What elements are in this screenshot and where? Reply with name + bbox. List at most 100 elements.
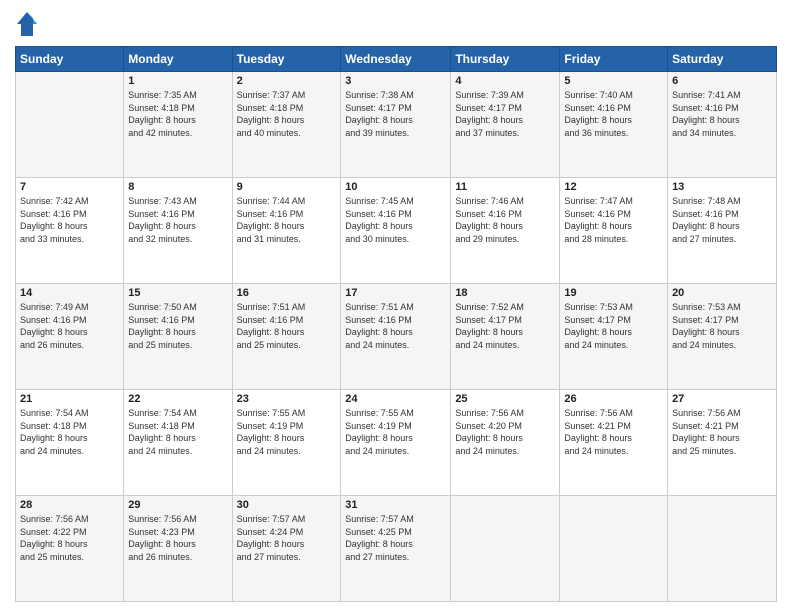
day-cell (451, 496, 560, 602)
day-number: 19 (564, 287, 663, 299)
day-number: 9 (237, 181, 337, 193)
week-row-3: 14Sunrise: 7:49 AM Sunset: 4:16 PM Dayli… (16, 284, 777, 390)
weekday-header-saturday: Saturday (668, 47, 777, 72)
day-cell: 6 Sunrise: 7:41 AM Sunset: 4:16 PM Daylig… (668, 72, 777, 178)
day-cell: 7 Sunrise: 7:42 AM Sunset: 4:16 PM Daylig… (16, 178, 124, 284)
day-info: Sunrise: 7:42 AM Sunset: 4:16 PM Dayligh… (20, 195, 119, 245)
day-number: 8 (128, 181, 227, 193)
day-cell: 17 Sunrise: 7:51 AM Sunset: 4:16 PM Dayli… (341, 284, 451, 390)
day-info: Sunrise: 7:56 AM Sunset: 4:21 PM Dayligh… (672, 407, 772, 457)
day-number: 20 (672, 287, 772, 299)
day-number: 3 (345, 75, 446, 87)
day-cell: 13 Sunrise: 7:48 AM Sunset: 4:16 PM Dayli… (668, 178, 777, 284)
day-info: Sunrise: 7:54 AM Sunset: 4:18 PM Dayligh… (128, 407, 227, 457)
day-number: 28 (20, 499, 119, 511)
day-number: 30 (237, 499, 337, 511)
day-info: Sunrise: 7:44 AM Sunset: 4:16 PM Dayligh… (237, 195, 337, 245)
day-cell: 27 Sunrise: 7:56 AM Sunset: 4:21 PM Dayli… (668, 390, 777, 496)
day-number: 4 (455, 75, 555, 87)
calendar-page: SundayMondayTuesdayWednesdayThursdayFrid… (0, 0, 792, 612)
day-number: 1 (128, 75, 227, 87)
day-info: Sunrise: 7:47 AM Sunset: 4:16 PM Dayligh… (564, 195, 663, 245)
day-number: 13 (672, 181, 772, 193)
day-number: 10 (345, 181, 446, 193)
day-cell: 2 Sunrise: 7:37 AM Sunset: 4:18 PM Daylig… (232, 72, 341, 178)
weekday-header-row: SundayMondayTuesdayWednesdayThursdayFrid… (16, 47, 777, 72)
day-number: 26 (564, 393, 663, 405)
day-cell: 10 Sunrise: 7:45 AM Sunset: 4:16 PM Dayli… (341, 178, 451, 284)
weekday-header-monday: Monday (124, 47, 232, 72)
weekday-header-tuesday: Tuesday (232, 47, 341, 72)
day-number: 27 (672, 393, 772, 405)
day-info: Sunrise: 7:37 AM Sunset: 4:18 PM Dayligh… (237, 89, 337, 139)
day-info: Sunrise: 7:55 AM Sunset: 4:19 PM Dayligh… (237, 407, 337, 457)
week-row-1: 1 Sunrise: 7:35 AM Sunset: 4:18 PM Daylig… (16, 72, 777, 178)
day-cell: 21Sunrise: 7:54 AM Sunset: 4:18 PM Dayli… (16, 390, 124, 496)
day-number: 18 (455, 287, 555, 299)
day-info: Sunrise: 7:50 AM Sunset: 4:16 PM Dayligh… (128, 301, 227, 351)
day-cell: 3 Sunrise: 7:38 AM Sunset: 4:17 PM Daylig… (341, 72, 451, 178)
day-info: Sunrise: 7:38 AM Sunset: 4:17 PM Dayligh… (345, 89, 446, 139)
day-info: Sunrise: 7:46 AM Sunset: 4:16 PM Dayligh… (455, 195, 555, 245)
day-cell: 28 Sunrise: 7:56 AM Sunset: 4:22 PM Dayli… (16, 496, 124, 602)
day-cell: 24 Sunrise: 7:55 AM Sunset: 4:19 PM Dayli… (341, 390, 451, 496)
day-number: 17 (345, 287, 446, 299)
day-cell: 26 Sunrise: 7:56 AM Sunset: 4:21 PM Dayli… (560, 390, 668, 496)
day-cell: 29 Sunrise: 7:56 AM Sunset: 4:23 PM Dayli… (124, 496, 232, 602)
day-cell: 11 Sunrise: 7:46 AM Sunset: 4:16 PM Dayli… (451, 178, 560, 284)
day-info: Sunrise: 7:48 AM Sunset: 4:16 PM Dayligh… (672, 195, 772, 245)
day-number: 25 (455, 393, 555, 405)
day-number: 7 (20, 181, 119, 193)
day-number: 6 (672, 75, 772, 87)
day-info: Sunrise: 7:51 AM Sunset: 4:16 PM Dayligh… (345, 301, 446, 351)
day-info: Sunrise: 7:54 AM Sunset: 4:18 PM Dayligh… (20, 407, 119, 457)
day-cell: 23 Sunrise: 7:55 AM Sunset: 4:19 PM Dayli… (232, 390, 341, 496)
day-cell: 16Sunrise: 7:51 AM Sunset: 4:16 PM Dayli… (232, 284, 341, 390)
day-cell: 19 Sunrise: 7:53 AM Sunset: 4:17 PM Dayli… (560, 284, 668, 390)
day-cell: 31 Sunrise: 7:57 AM Sunset: 4:25 PM Dayli… (341, 496, 451, 602)
day-cell: 20 Sunrise: 7:53 AM Sunset: 4:17 PM Dayli… (668, 284, 777, 390)
day-info: Sunrise: 7:39 AM Sunset: 4:17 PM Dayligh… (455, 89, 555, 139)
day-cell: 25Sunrise: 7:56 AM Sunset: 4:20 PM Dayli… (451, 390, 560, 496)
day-info: Sunrise: 7:51 AM Sunset: 4:16 PM Dayligh… (237, 301, 337, 351)
day-cell: 22 Sunrise: 7:54 AM Sunset: 4:18 PM Dayli… (124, 390, 232, 496)
header (15, 10, 777, 38)
day-info: Sunrise: 7:41 AM Sunset: 4:16 PM Dayligh… (672, 89, 772, 139)
day-info: Sunrise: 7:57 AM Sunset: 4:24 PM Dayligh… (237, 513, 337, 563)
day-cell: 4 Sunrise: 7:39 AM Sunset: 4:17 PM Daylig… (451, 72, 560, 178)
day-info: Sunrise: 7:55 AM Sunset: 4:19 PM Dayligh… (345, 407, 446, 457)
day-info: Sunrise: 7:56 AM Sunset: 4:21 PM Dayligh… (564, 407, 663, 457)
day-number: 22 (128, 393, 227, 405)
day-number: 2 (237, 75, 337, 87)
day-info: Sunrise: 7:53 AM Sunset: 4:17 PM Dayligh… (672, 301, 772, 351)
day-cell: 12Sunrise: 7:47 AM Sunset: 4:16 PM Dayli… (560, 178, 668, 284)
day-info: Sunrise: 7:45 AM Sunset: 4:16 PM Dayligh… (345, 195, 446, 245)
day-cell: 18 Sunrise: 7:52 AM Sunset: 4:17 PM Dayli… (451, 284, 560, 390)
day-number: 5 (564, 75, 663, 87)
day-cell: 5 Sunrise: 7:40 AM Sunset: 4:16 PM Daylig… (560, 72, 668, 178)
week-row-4: 21Sunrise: 7:54 AM Sunset: 4:18 PM Dayli… (16, 390, 777, 496)
day-info: Sunrise: 7:52 AM Sunset: 4:17 PM Dayligh… (455, 301, 555, 351)
day-number: 15 (128, 287, 227, 299)
day-cell: 15 Sunrise: 7:50 AM Sunset: 4:16 PM Dayli… (124, 284, 232, 390)
day-info: Sunrise: 7:56 AM Sunset: 4:22 PM Dayligh… (20, 513, 119, 563)
day-info: Sunrise: 7:56 AM Sunset: 4:23 PM Dayligh… (128, 513, 227, 563)
weekday-header-friday: Friday (560, 47, 668, 72)
day-cell: 30 Sunrise: 7:57 AM Sunset: 4:24 PM Dayli… (232, 496, 341, 602)
day-info: Sunrise: 7:53 AM Sunset: 4:17 PM Dayligh… (564, 301, 663, 351)
day-cell (16, 72, 124, 178)
day-info: Sunrise: 7:35 AM Sunset: 4:18 PM Dayligh… (128, 89, 227, 139)
day-cell: 14Sunrise: 7:49 AM Sunset: 4:16 PM Dayli… (16, 284, 124, 390)
day-number: 11 (455, 181, 555, 193)
day-number: 29 (128, 499, 227, 511)
day-info: Sunrise: 7:57 AM Sunset: 4:25 PM Dayligh… (345, 513, 446, 563)
day-info: Sunrise: 7:43 AM Sunset: 4:16 PM Dayligh… (128, 195, 227, 245)
day-info: Sunrise: 7:40 AM Sunset: 4:16 PM Dayligh… (564, 89, 663, 139)
calendar-table: SundayMondayTuesdayWednesdayThursdayFrid… (15, 46, 777, 602)
day-cell (668, 496, 777, 602)
day-info: Sunrise: 7:49 AM Sunset: 4:16 PM Dayligh… (20, 301, 119, 351)
day-number: 23 (237, 393, 337, 405)
day-cell: 9 Sunrise: 7:44 AM Sunset: 4:16 PM Daylig… (232, 178, 341, 284)
day-number: 31 (345, 499, 446, 511)
day-number: 24 (345, 393, 446, 405)
